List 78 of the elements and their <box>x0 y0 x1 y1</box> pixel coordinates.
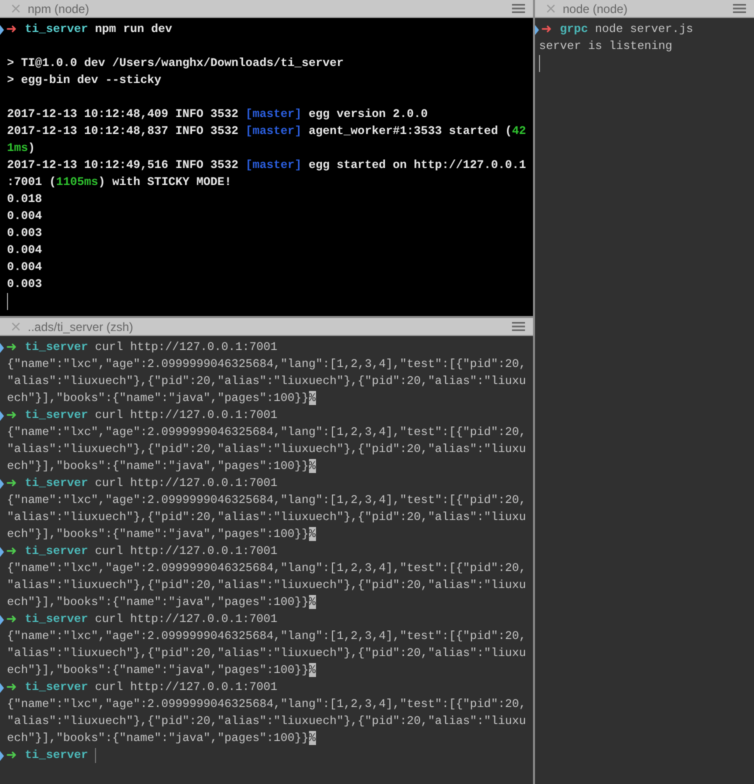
command-text: npm run dev <box>95 21 172 38</box>
menu-icon[interactable] <box>733 4 746 13</box>
pane-title: ..ads/ti_server (zsh) <box>28 320 134 334</box>
prompt-arrow-icon: ➜ <box>6 407 17 424</box>
output-line: 0.003 <box>7 225 42 242</box>
menu-icon[interactable] <box>512 4 525 13</box>
output-line: 0.004 <box>7 242 42 259</box>
directory-name: ti_server <box>24 543 88 560</box>
output-line: :7001 (1105ms) with STICKY MODE! <box>7 174 232 191</box>
output-line: {"name":"lxc","age":2.0999999046325684,"lang":[1,2,3,4],"test":[{"pid":20, <box>7 628 526 645</box>
prompt-arrow-icon: ➜ <box>6 543 17 560</box>
menu-icon[interactable] <box>512 322 525 331</box>
mark-icon <box>0 478 4 488</box>
pane-title: node (node) <box>562 2 628 16</box>
mark-icon <box>0 24 4 34</box>
mark-icon <box>0 750 4 760</box>
output-line: {"name":"lxc","age":2.0999999046325684,"lang":[1,2,3,4],"test":[{"pid":20, <box>7 424 526 441</box>
output-line: 2017-12-13 10:12:48,409 INFO 3532 [master] egg version 2.0.0 <box>7 106 428 123</box>
prompt-arrow-icon: ➜ <box>541 21 552 38</box>
mark-icon <box>0 614 4 624</box>
output-line: > TI@1.0.0 dev /Users/wanghx/Downloads/ti_server <box>7 55 344 72</box>
text-cursor <box>539 55 540 72</box>
output-line: ech"}],"books":{"name":"java","pages":100}}% <box>7 458 316 475</box>
command-text: curl http://127.0.0.1:7001 <box>95 407 278 424</box>
close-button[interactable]: × <box>10 320 22 334</box>
command-text: curl http://127.0.0.1:7001 <box>95 611 278 628</box>
output-line: 0.004 <box>7 208 42 225</box>
output-line: ech"}],"books":{"name":"java","pages":100}}% <box>7 662 316 679</box>
prompt-arrow-icon: ➜ <box>6 747 17 764</box>
mark-icon <box>535 24 539 34</box>
output-line: 0.004 <box>7 259 42 276</box>
output-line: {"name":"lxc","age":2.0999999046325684,"lang":[1,2,3,4],"test":[{"pid":20, <box>7 356 526 373</box>
directory-name: ti_server <box>24 747 88 764</box>
command-text: curl http://127.0.0.1:7001 <box>95 679 278 696</box>
prompt-arrow-icon: ➜ <box>6 679 17 696</box>
output-line: 2017-12-13 10:12:49,516 INFO 3532 [master] egg started on http://127.0.0.1 <box>7 157 526 174</box>
output-line: ech"}],"books":{"name":"java","pages":100}}% <box>7 730 316 747</box>
pane-title: npm (node) <box>28 2 90 16</box>
output-line: 0.003 <box>7 276 42 293</box>
output-line: "alias":"liuxuech"},{"pid":20,"alias":"liuxuech"},{"pid":20,"alias":"liuxu <box>7 577 526 594</box>
output-line: {"name":"lxc","age":2.0999999046325684,"lang":[1,2,3,4],"test":[{"pid":20, <box>7 696 526 713</box>
directory-name: ti_server <box>24 339 88 356</box>
mark-icon <box>0 546 4 556</box>
prompt-arrow-icon: ➜ <box>6 611 17 628</box>
prompt-arrow-icon: ➜ <box>6 21 17 38</box>
command-text: curl http://127.0.0.1:7001 <box>95 543 278 560</box>
directory-name: ti_server <box>24 611 88 628</box>
output-line: "alias":"liuxuech"},{"pid":20,"alias":"liuxuech"},{"pid":20,"alias":"liuxu <box>7 373 526 390</box>
prompt-arrow-icon: ➜ <box>6 339 17 356</box>
directory-name: ti_server <box>24 679 88 696</box>
command-text: curl http://127.0.0.1:7001 <box>95 475 278 492</box>
output-line: server is listening <box>539 38 672 55</box>
output-line: "alias":"liuxuech"},{"pid":20,"alias":"liuxuech"},{"pid":20,"alias":"liuxu <box>7 441 526 458</box>
output-line: "alias":"liuxuech"},{"pid":20,"alias":"liuxuech"},{"pid":20,"alias":"liuxu <box>7 645 526 662</box>
directory-name: ti_server <box>24 475 88 492</box>
command-text: curl http://127.0.0.1:7001 <box>95 339 278 356</box>
output-line: ech"}],"books":{"name":"java","pages":100}}% <box>7 526 316 543</box>
mark-icon <box>0 682 4 692</box>
mark-icon <box>0 410 4 420</box>
output-line: "alias":"liuxuech"},{"pid":20,"alias":"liuxuech"},{"pid":20,"alias":"liuxu <box>7 713 526 730</box>
output-line: "alias":"liuxuech"},{"pid":20,"alias":"liuxuech"},{"pid":20,"alias":"liuxu <box>7 509 526 526</box>
directory-name: ti_server <box>24 407 88 424</box>
output-line: {"name":"lxc","age":2.0999999046325684,"lang":[1,2,3,4],"test":[{"pid":20, <box>7 492 526 509</box>
text-cursor <box>7 293 8 310</box>
directory-name: grpc <box>560 21 588 38</box>
output-line: 0.018 <box>7 191 42 208</box>
prompt-arrow-icon: ➜ <box>6 475 17 492</box>
output-line: 1ms) <box>7 140 36 157</box>
close-button[interactable]: × <box>10 2 22 16</box>
command-text: node server.js <box>594 21 694 38</box>
close-button[interactable]: × <box>545 2 557 16</box>
output-line: ech"}],"books":{"name":"java","pages":100}}% <box>7 390 316 407</box>
directory-name: ti_server <box>24 21 88 38</box>
output-line: ech"}],"books":{"name":"java","pages":100}}% <box>7 594 316 611</box>
output-line: {"name":"lxc","age":2.0999999046325684,"lang":[1,2,3,4],"test":[{"pid":20, <box>7 560 526 577</box>
output-line: > egg-bin dev --sticky <box>7 72 162 89</box>
output-line: 2017-12-13 10:12:48,837 INFO 3532 [master] agent_worker#1:3533 started (42 <box>7 123 526 140</box>
mark-icon <box>0 342 4 352</box>
